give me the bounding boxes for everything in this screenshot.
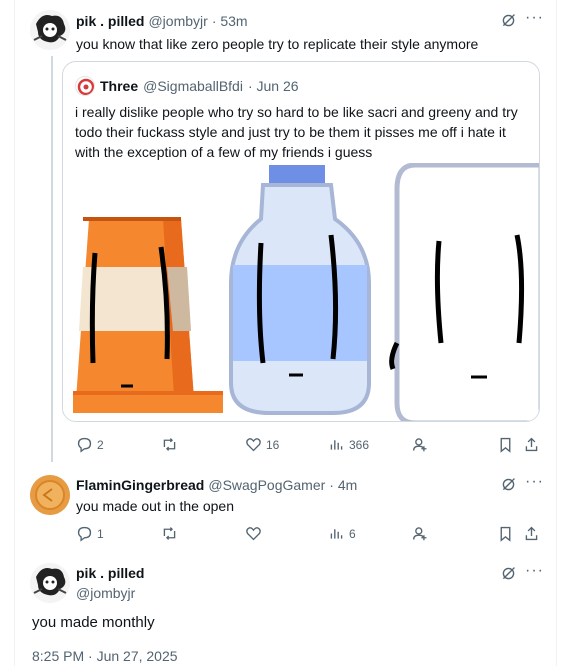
quote-author-name: Three — [100, 78, 139, 94]
quote-avatar — [75, 76, 95, 96]
quote-author-handle: @SigmaballBfdi — [143, 78, 243, 94]
thread-connector-line — [51, 56, 53, 462]
bookmark-icon[interactable] — [497, 436, 514, 453]
tweet-timestamp[interactable]: 8:25 PM · Jun 27, 2025 — [32, 648, 178, 664]
marshmallow-character — [389, 163, 539, 421]
reply-count: 1 — [97, 526, 104, 541]
views-button[interactable]: 6 — [328, 525, 356, 542]
views-icon — [330, 440, 343, 450]
quote-text: i really dislike people who try so hard … — [75, 104, 518, 160]
grok-icon[interactable] — [500, 476, 517, 493]
reply-button[interactable]: 2 — [76, 436, 104, 453]
avatar[interactable] — [30, 563, 70, 603]
more-icon[interactable]: ··· — [525, 9, 544, 27]
reply-count: 2 — [97, 437, 104, 452]
views-icon — [330, 529, 343, 539]
grok-icon[interactable] — [500, 565, 517, 582]
reply-icon — [77, 437, 92, 453]
avatar[interactable] — [30, 10, 70, 50]
reply-header: FlaminGingerbread @SwagPogGamer · 4m — [76, 477, 357, 493]
author-handle[interactable]: @SwagPogGamer — [208, 477, 325, 493]
like-button[interactable] — [245, 525, 262, 542]
retweet-button[interactable] — [161, 525, 178, 542]
tweet-text: you know that like zero people try to re… — [76, 36, 479, 52]
quote-image[interactable] — [63, 163, 539, 421]
avatar[interactable] — [30, 475, 70, 515]
author-name[interactable]: pik . pilled — [76, 565, 144, 581]
more-icon[interactable]: ··· — [525, 473, 544, 491]
quoted-tweet[interactable]: Three @SigmaballBfdi · Jun 26 i really d… — [62, 61, 540, 422]
tweet-text: you made out in the open — [76, 498, 235, 514]
main-tweet-text: you made monthly — [32, 614, 155, 631]
author-name[interactable]: FlaminGingerbread — [76, 477, 204, 493]
retweet-button[interactable] — [161, 436, 178, 453]
quote-header: Three @SigmaballBfdi · Jun 26 — [75, 76, 299, 96]
author-handle[interactable]: @jombyjr — [148, 13, 207, 29]
tweet-time[interactable]: · 53m — [212, 13, 248, 29]
like-count: 16 — [266, 437, 280, 452]
views-count: 6 — [349, 526, 356, 541]
retweet-icon — [163, 527, 176, 540]
share-icon[interactable] — [523, 436, 540, 453]
views-count: 366 — [349, 437, 370, 452]
like-button[interactable]: 16 — [245, 436, 279, 453]
more-icon[interactable]: ··· — [525, 562, 544, 580]
views-button[interactable]: 366 — [328, 436, 369, 453]
author-handle[interactable]: @jombyjr — [76, 585, 135, 601]
retweet-icon — [163, 438, 176, 451]
tweet-header: pik . pilled @jombyjr · 53m — [76, 13, 248, 29]
follow-icon[interactable] — [412, 436, 429, 453]
quote-time: · Jun 26 — [247, 78, 299, 94]
bookmark-icon[interactable] — [497, 525, 514, 542]
author-name[interactable]: pik . pilled — [76, 13, 144, 29]
share-icon[interactable] — [523, 525, 540, 542]
follow-icon[interactable] — [412, 525, 429, 542]
reply-button[interactable]: 1 — [76, 525, 104, 542]
reply-icon — [77, 526, 92, 542]
like-icon — [246, 527, 261, 541]
grok-icon[interactable] — [500, 12, 517, 29]
tweet-time[interactable]: · 4m — [329, 477, 357, 493]
like-icon — [246, 438, 261, 452]
